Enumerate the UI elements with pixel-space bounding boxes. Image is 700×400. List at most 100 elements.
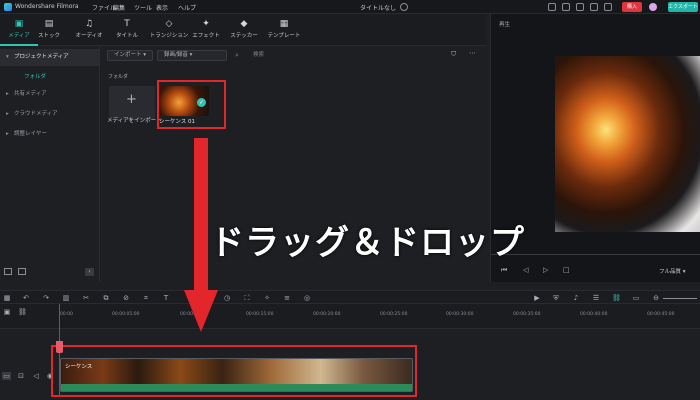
stock-icon: ▤ — [44, 19, 54, 29]
download-icon[interactable] — [562, 3, 570, 11]
export-button[interactable]: エクスポート — [668, 2, 698, 12]
new-folder-icon[interactable] — [4, 268, 12, 275]
sidebar-item-project-media[interactable]: ▾ プロジェクトメディア — [0, 49, 100, 66]
speed-icon[interactable]: ⊘ — [122, 294, 130, 302]
crop-icon[interactable]: ⌗ — [142, 294, 150, 302]
stop-icon[interactable]: □ — [563, 266, 570, 274]
import-media-card[interactable]: + — [109, 86, 155, 120]
tab-audio[interactable]: ♫ オーディオ — [70, 14, 108, 46]
import-media-label: メディアをインポート — [107, 118, 162, 124]
tab-sticker[interactable]: ◆ ステッカー — [225, 14, 263, 46]
undo-icon[interactable]: ↶ — [22, 294, 30, 302]
sidebar-item-cloud-media[interactable]: ▸ クラウドメディア — [0, 106, 100, 123]
step-back-icon[interactable]: ◁ — [523, 266, 528, 274]
timeline-ruler[interactable]: ▣ ⛓ 00:00 00:00:05:00 00:00:10:00 00:00:… — [0, 304, 700, 328]
mic-icon[interactable]: ♪ — [572, 294, 580, 302]
tab-label: テンプレート — [267, 33, 301, 39]
more-icon[interactable]: ⋯ — [469, 49, 476, 57]
collapse-icon[interactable]: ‹ — [85, 268, 94, 276]
search-icon: ⌕ — [235, 51, 239, 59]
drag-arrow-shaft — [194, 138, 208, 292]
grid-icon[interactable] — [590, 3, 598, 11]
render-icon[interactable]: ▶ — [533, 294, 541, 302]
timer-icon[interactable]: ◷ — [223, 294, 231, 302]
layout-icon[interactable]: ▦ — [3, 294, 11, 302]
media-sidebar: ▾ プロジェクトメディア フォルダ ▸ 共有メディア ▸ クラウドメディア ▸ 調整レイ… — [0, 46, 100, 282]
tab-stock[interactable]: ▤ ストック — [30, 14, 68, 46]
chevron-right-icon: ▸ — [6, 131, 9, 137]
media-toolbar: ▣ メディア ▤ ストック ♫ オーディオ T タイトル ◇ トランジション ✦ エフェクト… — [0, 14, 486, 46]
chevron-right-icon: ▸ — [6, 111, 9, 117]
tab-label: エフェクト — [192, 33, 220, 39]
adjust-icon[interactable]: ≡ — [283, 294, 291, 302]
delete-icon[interactable]: ▥ — [62, 294, 70, 302]
snap-icon[interactable]: ⛓ — [612, 294, 621, 302]
import-dropdown[interactable]: インポート ▾ — [107, 50, 153, 61]
menu-edit[interactable]: 編集 — [113, 3, 125, 12]
record-dropdown[interactable]: 録画/録音 ▾ — [157, 50, 227, 61]
sidebar-item-label: クラウドメディア — [14, 111, 58, 117]
quality-dropdown[interactable]: フル品質 ▾ — [659, 267, 686, 275]
folder-icon[interactable] — [18, 268, 26, 275]
copy-icon[interactable]: ⧉ — [102, 294, 110, 302]
info-icon[interactable] — [400, 3, 408, 11]
menu-help[interactable]: ヘルプ — [178, 3, 196, 12]
transition-icon: ◇ — [165, 19, 173, 29]
video-track-icon[interactable]: ▭ — [2, 372, 11, 380]
tab-title[interactable]: T タイトル — [108, 14, 146, 46]
camera-icon[interactable]: ▭ — [632, 294, 640, 302]
lock-icon[interactable]: ⊡ — [17, 372, 25, 380]
drag-and-drop-caption: ドラッグ＆ドロップ — [210, 223, 525, 263]
avatar[interactable] — [649, 3, 657, 11]
shield-icon[interactable]: ⛨ — [552, 294, 560, 302]
tab-transition[interactable]: ◇ トランジション — [147, 14, 191, 46]
fit-icon[interactable]: ⛶ — [243, 294, 251, 302]
effect-icon: ✦ — [202, 19, 210, 29]
title-bar: Wondershare Filmora ファイル 編集 ツール 表示 ヘルプ タ… — [0, 0, 700, 14]
chevron-right-icon: ▸ — [6, 91, 9, 97]
buy-button[interactable]: 購入 — [622, 2, 642, 12]
zoom-out-icon[interactable]: ⊖ — [652, 294, 660, 302]
add-track-icon[interactable]: ▣ — [3, 308, 11, 316]
playhead-handle[interactable] — [56, 341, 63, 353]
track-divider — [0, 328, 700, 329]
filter-icon[interactable]: ⛉ — [451, 50, 456, 59]
link-icon[interactable]: ⛓ — [18, 308, 27, 316]
sidebar-item-shared-media[interactable]: ▸ 共有メディア — [0, 86, 100, 103]
list-icon[interactable]: ☰ — [592, 294, 600, 302]
sticker-icon: ◆ — [240, 19, 248, 29]
text-icon[interactable]: T — [162, 294, 170, 302]
menu-tools[interactable]: ツール — [134, 3, 152, 12]
cut-icon[interactable]: ✂ — [82, 294, 90, 302]
sidebar-folder[interactable]: フォルダ — [24, 72, 46, 80]
screen-icon[interactable] — [548, 3, 556, 11]
timeline-toolbar: ▦ ↶ ↷ ▥ ✂ ⧉ ⊘ ⌗ T ◷ ⛶ ✧ ≡ ◎ ▶ ⛨ ♪ ☰ ⛓ ▭ … — [0, 290, 700, 304]
prev-frame-icon[interactable]: ⏮ — [501, 266, 507, 275]
headphones-icon[interactable] — [604, 3, 612, 11]
audio-icon[interactable]: ◁ — [32, 372, 40, 380]
quality-label: フル品質 — [659, 269, 682, 275]
ai-icon[interactable]: ✧ — [263, 294, 271, 302]
drag-arrow-head — [184, 290, 218, 332]
menu-view[interactable]: 表示 — [156, 3, 168, 12]
tab-effect[interactable]: ✦ エフェクト — [187, 14, 225, 46]
redo-icon[interactable]: ↷ — [42, 294, 50, 302]
highlight-box-media — [157, 80, 226, 129]
tab-label: ステッカー — [230, 33, 258, 39]
ruler-tick: 00:00:30:00 — [446, 312, 474, 317]
cloud-icon[interactable] — [576, 3, 584, 11]
media-icon: ▣ — [14, 19, 24, 29]
zoom-slider[interactable] — [663, 298, 697, 299]
tab-label: ストック — [37, 33, 60, 39]
app-title: Wondershare Filmora — [15, 3, 79, 10]
filmora-logo-icon — [4, 3, 12, 11]
color-icon[interactable]: ◎ — [303, 294, 311, 302]
search-input[interactable]: 検索 — [241, 50, 441, 61]
play-icon[interactable]: ▷ — [543, 266, 548, 274]
chevron-down-icon: ▾ — [6, 54, 9, 60]
sidebar-item-adjustment-layer[interactable]: ▸ 調整レイヤー — [0, 126, 100, 143]
music-note-icon: ♫ — [84, 19, 94, 29]
tab-label: メディア — [8, 33, 30, 39]
template-icon: ▦ — [279, 19, 289, 29]
tab-template[interactable]: ▦ テンプレート — [264, 14, 304, 46]
